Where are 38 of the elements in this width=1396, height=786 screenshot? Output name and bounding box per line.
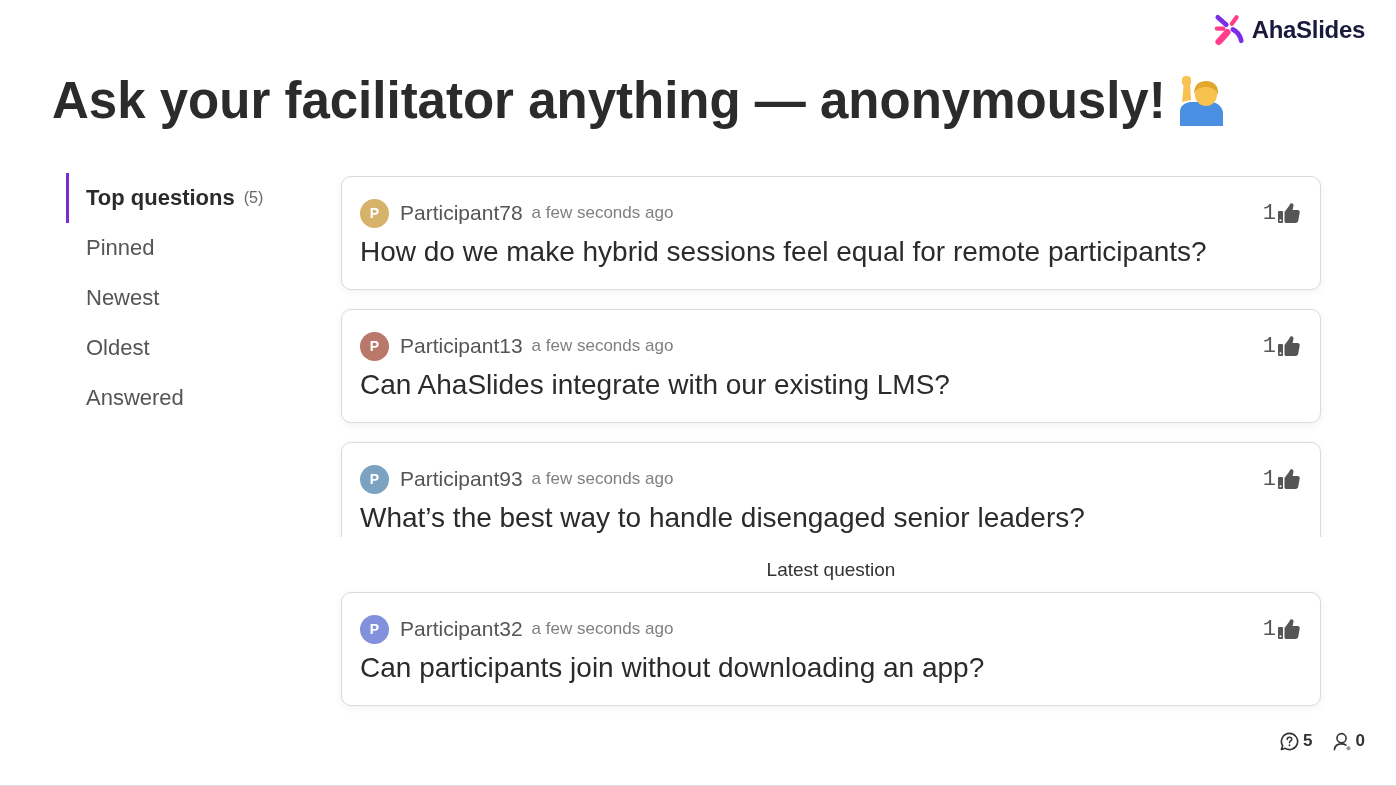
upvote-button[interactable]: 1: [1262, 200, 1300, 226]
participant-count: 0: [1355, 731, 1365, 751]
question-count: 5: [1303, 731, 1313, 751]
upvote-button[interactable]: 1: [1262, 616, 1300, 642]
upvote-button[interactable]: 1: [1262, 466, 1300, 492]
logo-icon: [1213, 13, 1246, 46]
sidebar-tab[interactable]: Top questions (5): [66, 173, 264, 223]
avatar: P: [360, 198, 389, 228]
question-text: Can participants join without downloading an app?: [360, 651, 986, 685]
section-label: Latest question: [766, 559, 896, 581]
page-title: Ask your facilitator anything — anonymously!: [52, 71, 1166, 131]
question-text: What’s the best way to handle disengaged senior leaders?: [360, 501, 1086, 535]
thumbs-up-icon: [1278, 619, 1300, 639]
sidebar-tab[interactable]: Answered: [66, 373, 184, 423]
author-name: Participant32: [400, 617, 523, 641]
thumbs-up-icon: [1278, 203, 1300, 223]
question-text: Can AhaSlides integrate with our existing LMS?: [360, 368, 951, 402]
author-name: Participant78: [400, 201, 523, 225]
sidebar-tab[interactable]: Pinned: [66, 223, 155, 273]
user-icon: [1332, 731, 1352, 751]
avatar: P: [360, 464, 389, 494]
avatar: P: [360, 331, 389, 361]
logo-text: AhaSlides: [1251, 15, 1365, 44]
avatar: P: [360, 614, 389, 644]
raising-hand-icon: [1177, 76, 1224, 126]
sidebar-tab[interactable]: Oldest: [66, 323, 150, 373]
question-bubble-icon: [1280, 731, 1300, 751]
timestamp: a few seconds ago: [531, 469, 674, 489]
author-name: Participant13: [400, 334, 523, 358]
sidebar-tab[interactable]: Newest: [66, 273, 160, 323]
timestamp: a few seconds ago: [531, 619, 674, 639]
thumbs-up-icon: [1278, 336, 1300, 356]
upvote-button[interactable]: 1: [1262, 333, 1300, 359]
author-name: Participant93: [400, 467, 523, 491]
question-text: How do we make hybrid sessions feel equal for remote participants?: [360, 235, 1208, 269]
timestamp: a few seconds ago: [531, 203, 674, 223]
timestamp: a few seconds ago: [531, 336, 674, 356]
thumbs-up-icon: [1278, 469, 1300, 489]
